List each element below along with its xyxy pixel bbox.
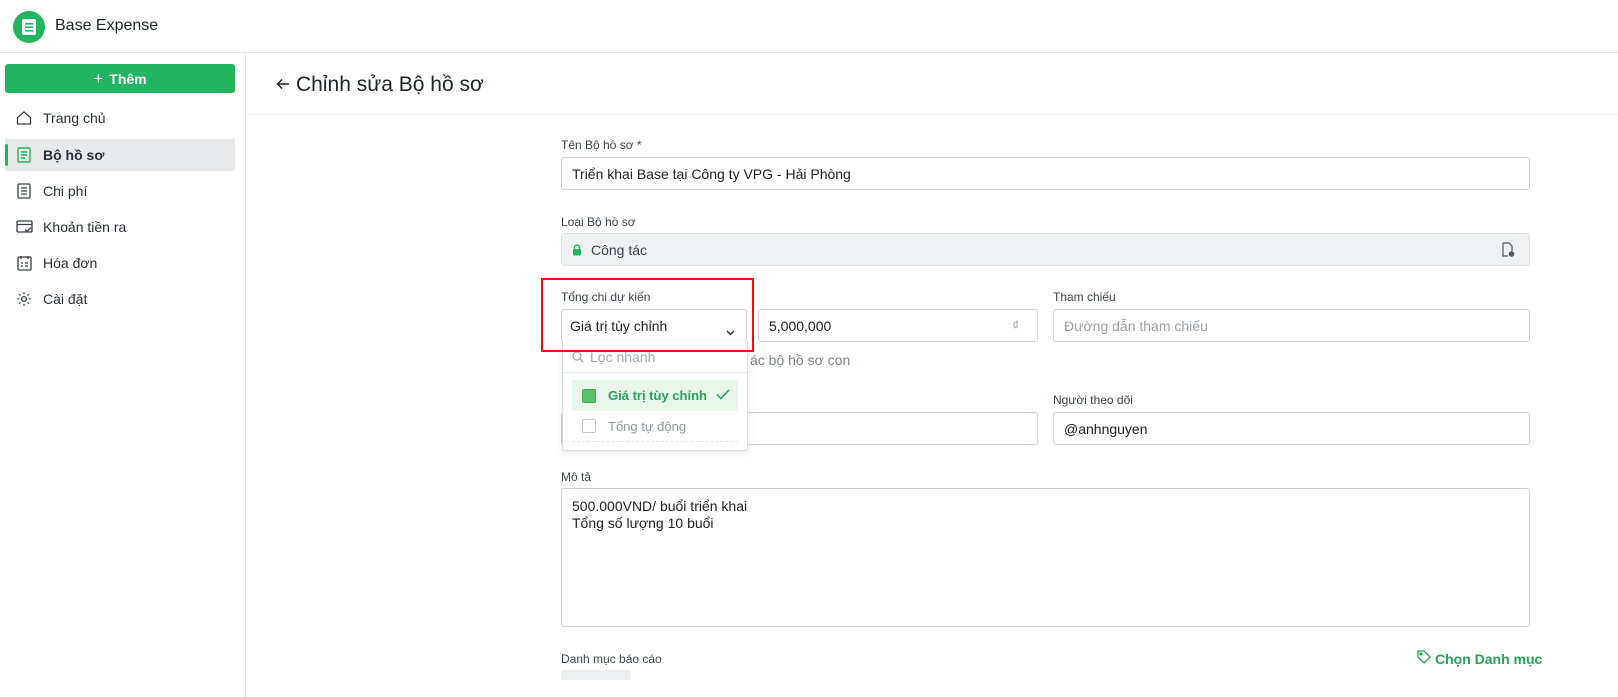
annotation-highlight-box	[541, 278, 754, 352]
desc-line: Tổng số lượng 10 buổi	[572, 515, 714, 531]
check-icon	[716, 388, 730, 403]
page-header: Chỉnh sửa Bộ hồ sơ	[247, 53, 1618, 115]
dropdown-option-custom[interactable]: Giá trị tùy chỉnh	[572, 380, 738, 411]
name-value: Triển khai Base tại Công ty VPG - Hải Ph…	[572, 165, 851, 182]
add-button[interactable]: + Thêm	[5, 64, 235, 93]
option-label: Giá trị tùy chỉnh	[608, 388, 707, 403]
invoice-icon	[5, 255, 43, 271]
desc-line: 500.000VND/ buổi triển khai	[572, 498, 748, 514]
sidebar-item-label: Chi phí	[43, 183, 88, 199]
sidebar-item-settings[interactable]: Cài đặt	[5, 283, 235, 315]
sidebar-item-expenses[interactable]: Chi phí	[5, 175, 235, 207]
back-arrow-icon[interactable]	[276, 77, 290, 95]
app-title: Base Expense	[55, 17, 159, 34]
type-label: Loại Bộ hồ sơ	[561, 215, 636, 229]
top-bar: Base Expense	[0, 0, 1618, 53]
total-amount-field[interactable]: 5,000,000 ₫	[758, 309, 1038, 342]
plus-icon: +	[93, 69, 104, 88]
total-amount-value: 5,000,000	[769, 317, 832, 334]
folder-doc-icon	[5, 147, 43, 163]
category-label: Danh mục báo cáo	[561, 652, 662, 666]
name-label: Tên Bộ hồ sơ *	[561, 138, 642, 152]
checkbox	[582, 419, 596, 433]
app-logo-icon[interactable]	[13, 11, 45, 43]
choose-category-label: Chọn Danh mục	[1435, 650, 1543, 667]
currency-symbol: ₫	[1012, 318, 1019, 333]
sidebar-item-home[interactable]: Trang chủ	[5, 102, 235, 134]
name-field[interactable]: Triển khai Base tại Công ty VPG - Hải Ph…	[561, 157, 1530, 190]
lock-icon	[572, 243, 582, 256]
ref-field[interactable]: Đường dẫn tham chiếu	[1053, 309, 1530, 342]
sidebar-item-label: Trang chủ	[43, 110, 106, 126]
follower-value: @anhnguyen	[1064, 420, 1148, 437]
sidebar-item-dossier[interactable]: Bộ hồ sơ	[5, 139, 235, 171]
sidebar-item-label: Hóa đơn	[43, 255, 98, 271]
search-icon	[572, 350, 584, 363]
list-doc-icon	[5, 183, 43, 199]
choose-category-button[interactable]: Chọn Danh mục	[1417, 650, 1542, 667]
sidebar: + Thêm Trang chủ Bộ hồ sơ Chi phí Khoản …	[0, 53, 246, 697]
category-chip	[561, 670, 631, 680]
option-label: Tổng tự động	[608, 418, 687, 434]
sidebar-item-label: Bộ hồ sơ	[43, 147, 105, 163]
page-title: Chỉnh sửa Bộ hồ sơ	[296, 73, 484, 96]
ref-placeholder: Đường dẫn tham chiếu	[1064, 317, 1208, 334]
total-mode-dropdown: Lọc nhanh Giá trị tùy chỉnh Tổng tự động	[562, 341, 748, 451]
follower-label: Người theo dõi	[1053, 393, 1133, 407]
total-hint: ác bộ hồ sơ con	[750, 352, 851, 368]
sidebar-item-label: Cài đặt	[43, 291, 88, 307]
type-field: Công tác	[561, 233, 1530, 266]
desc-label: Mô tả	[561, 470, 592, 484]
tag-icon	[1417, 650, 1431, 667]
dropdown-option-auto[interactable]: Tổng tự động	[572, 411, 738, 442]
sidebar-item-payouts[interactable]: Khoản tiền ra	[5, 211, 235, 243]
doc-settings-icon[interactable]	[1501, 242, 1515, 261]
checkbox	[582, 388, 596, 403]
card-icon	[5, 220, 43, 234]
description-textarea[interactable]: 500.000VND/ buổi triển khai Tổng số lượn…	[561, 488, 1530, 627]
home-icon	[5, 110, 43, 126]
add-button-label: Thêm	[109, 70, 147, 87]
type-value: Công tác	[591, 241, 648, 258]
gear-icon	[5, 291, 43, 307]
follower-field[interactable]: @anhnguyen	[1053, 412, 1530, 445]
sidebar-item-invoices[interactable]: Hóa đơn	[5, 247, 235, 279]
ref-label: Tham chiếu	[1053, 290, 1116, 304]
sidebar-item-label: Khoản tiền ra	[43, 219, 127, 235]
